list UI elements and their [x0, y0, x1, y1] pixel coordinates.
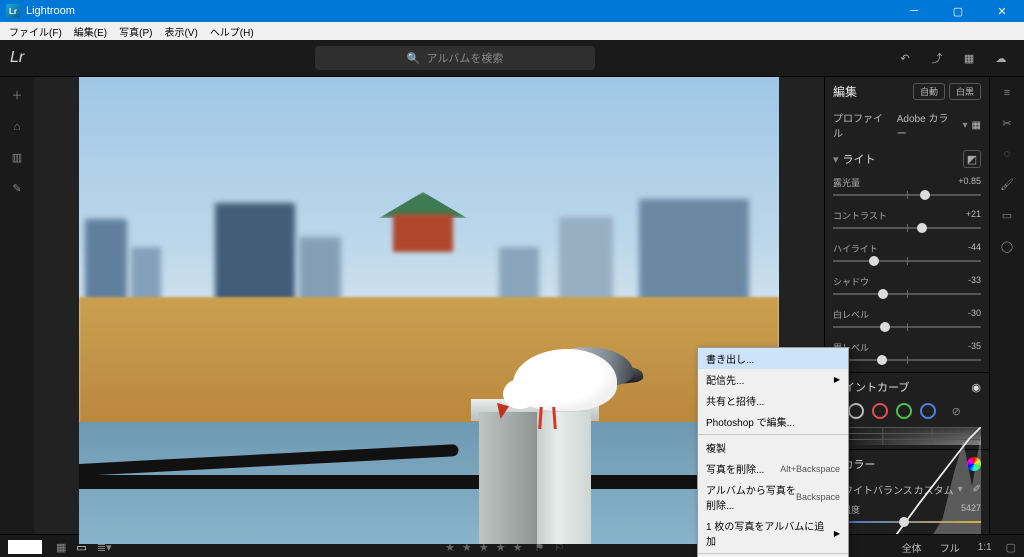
- left-toolbar: ＋ ⌂ ▥ ✎: [0, 77, 34, 534]
- context-menu: 書き出し... 配信先...▶ 共有と招待... Photoshop で編集..…: [697, 347, 849, 557]
- window-titlebar: Lr Lightroom ─ ▢ ✕: [0, 0, 1024, 22]
- undo-icon[interactable]: ↶: [892, 45, 918, 71]
- ctx-edit-ps[interactable]: Photoshop で編集...: [698, 411, 848, 432]
- menu-help[interactable]: ヘルプ(H): [205, 24, 259, 39]
- share-icon[interactable]: ⤴: [924, 45, 950, 71]
- filmstrip-thumb[interactable]: [8, 540, 42, 554]
- channel-luminance[interactable]: [848, 403, 864, 419]
- chevron-down-icon: ▾: [833, 153, 839, 166]
- window-title: Lightroom: [26, 5, 75, 17]
- grid-icon[interactable]: ▦: [956, 45, 982, 71]
- image-canvas[interactable]: 書き出し... 配信先...▶ 共有と招待... Photoshop で編集..…: [34, 77, 824, 534]
- edit-header: 編集 自動 白黒: [825, 77, 989, 106]
- slider-label: 白レベル: [833, 308, 869, 321]
- close-button[interactable]: ✕: [980, 0, 1024, 22]
- slider-label: ハイライト: [833, 242, 878, 255]
- menu-bar: ファイル(F) 編集(E) 写真(P) 表示(V) ヘルプ(H): [0, 22, 1024, 40]
- photo-preview: [79, 77, 779, 544]
- zoom-fit[interactable]: 全体: [898, 540, 926, 555]
- search-icon: 🔍: [407, 52, 421, 65]
- minimize-button[interactable]: ─: [892, 0, 936, 22]
- slider-シャドウ[interactable]: シャドウ -33: [825, 273, 989, 306]
- edit-sliders-icon[interactable]: ≡: [1004, 87, 1010, 99]
- home-icon[interactable]: ⌂: [14, 121, 21, 133]
- lr-logo[interactable]: Lr: [10, 49, 24, 67]
- heal-icon[interactable]: ◌: [1004, 148, 1011, 160]
- slider-value: -30: [968, 308, 981, 321]
- menu-file[interactable]: ファイル(F): [4, 24, 67, 39]
- chevron-down-icon: ▾: [963, 120, 968, 131]
- channel-green[interactable]: [896, 403, 912, 419]
- menu-photo[interactable]: 写真(P): [114, 24, 157, 39]
- auto-button[interactable]: 自動: [913, 83, 945, 100]
- slider-露光量[interactable]: 露光量 +0.85: [825, 174, 989, 207]
- slider-白レベル[interactable]: 白レベル -30: [825, 306, 989, 339]
- profile-row[interactable]: プロファイル Adobe カラー ▾ ▦: [825, 106, 989, 144]
- ctx-destination[interactable]: 配信先...▶: [698, 369, 848, 390]
- search-input[interactable]: 🔍 アルバムを検索: [315, 46, 595, 70]
- slider-label: シャドウ: [833, 275, 869, 288]
- ctx-delete-photo[interactable]: 写真を削除...Alt+Backspace: [698, 458, 848, 479]
- tone-curve-icon[interactable]: ◩: [963, 150, 981, 168]
- profile-label: プロファイル: [833, 110, 891, 140]
- profile-grid-icon[interactable]: ▦: [972, 120, 981, 131]
- app-top-bar: Lr 🔍 アルバムを検索 ↶ ⤴ ▦ ☁: [0, 40, 1024, 77]
- app-logo-icon: Lr: [6, 4, 20, 18]
- slider-ハイライト[interactable]: ハイライト -44: [825, 240, 989, 273]
- slider-label: コントラスト: [833, 209, 887, 222]
- ctx-export[interactable]: 書き出し...: [698, 348, 848, 369]
- maximize-button[interactable]: ▢: [936, 0, 980, 22]
- learn-icon[interactable]: ✎: [12, 182, 21, 195]
- slider-value: -44: [968, 242, 981, 255]
- library-icon[interactable]: ▥: [12, 151, 22, 164]
- zoom-full[interactable]: フル: [936, 540, 964, 555]
- bw-button[interactable]: 白黒: [949, 83, 981, 100]
- profile-value: Adobe カラー: [897, 110, 957, 140]
- search-placeholder: アルバムを検索: [427, 50, 504, 66]
- curve-section-header[interactable]: ポイントカーブ ◉: [825, 372, 989, 401]
- add-photo-icon[interactable]: ＋: [12, 87, 23, 103]
- brush-icon[interactable]: 🖌: [1000, 178, 1014, 191]
- cloud-icon[interactable]: ☁: [988, 45, 1014, 71]
- slider-黒レベル[interactable]: 黒レベル-35: [825, 339, 989, 372]
- ctx-duplicate[interactable]: 複製: [698, 437, 848, 458]
- light-section-header[interactable]: ▾ ライト ◩: [825, 144, 989, 174]
- slider-value: -33: [968, 275, 981, 288]
- slider-value: +0.85: [958, 176, 981, 189]
- grid-view-icon[interactable]: ▦: [56, 541, 66, 554]
- zoom-oneone[interactable]: 1:1: [974, 542, 996, 553]
- crop-icon[interactable]: ✂: [1002, 117, 1011, 130]
- menu-view[interactable]: 表示(V): [159, 24, 202, 39]
- slider-value: +21: [966, 209, 981, 222]
- slider-value: -35: [968, 341, 981, 354]
- curve-toggle-icon[interactable]: ◉: [971, 381, 981, 394]
- channel-blue[interactable]: [920, 403, 936, 419]
- slider-label: 露光量: [833, 176, 860, 189]
- ctx-remove-from-album[interactable]: アルバムから写真を削除...Backspace: [698, 479, 848, 515]
- right-toolbar: ≡ ✂ ◌ 🖌 ▭ ◯: [989, 77, 1024, 534]
- ctx-share-invite[interactable]: 共有と招待...: [698, 390, 848, 411]
- curve-channel-row: ◐ ⊘: [825, 401, 989, 423]
- menu-edit[interactable]: 編集(E): [69, 24, 112, 39]
- tone-curve[interactable]: [833, 427, 981, 445]
- slider-コントラスト[interactable]: コントラスト +21: [825, 207, 989, 240]
- main-area: ＋ ⌂ ▥ ✎: [0, 77, 1024, 534]
- radial-gradient-icon[interactable]: ◯: [1001, 240, 1013, 253]
- channel-red[interactable]: [872, 403, 888, 419]
- ctx-add-to-album[interactable]: 1 枚の写真をアルバムに追加▶: [698, 515, 848, 551]
- linear-gradient-icon[interactable]: ▭: [1002, 209, 1012, 222]
- filmstrip-toggle-icon[interactable]: ▢: [1006, 541, 1016, 554]
- curve-reset-icon[interactable]: ⊘: [952, 405, 961, 418]
